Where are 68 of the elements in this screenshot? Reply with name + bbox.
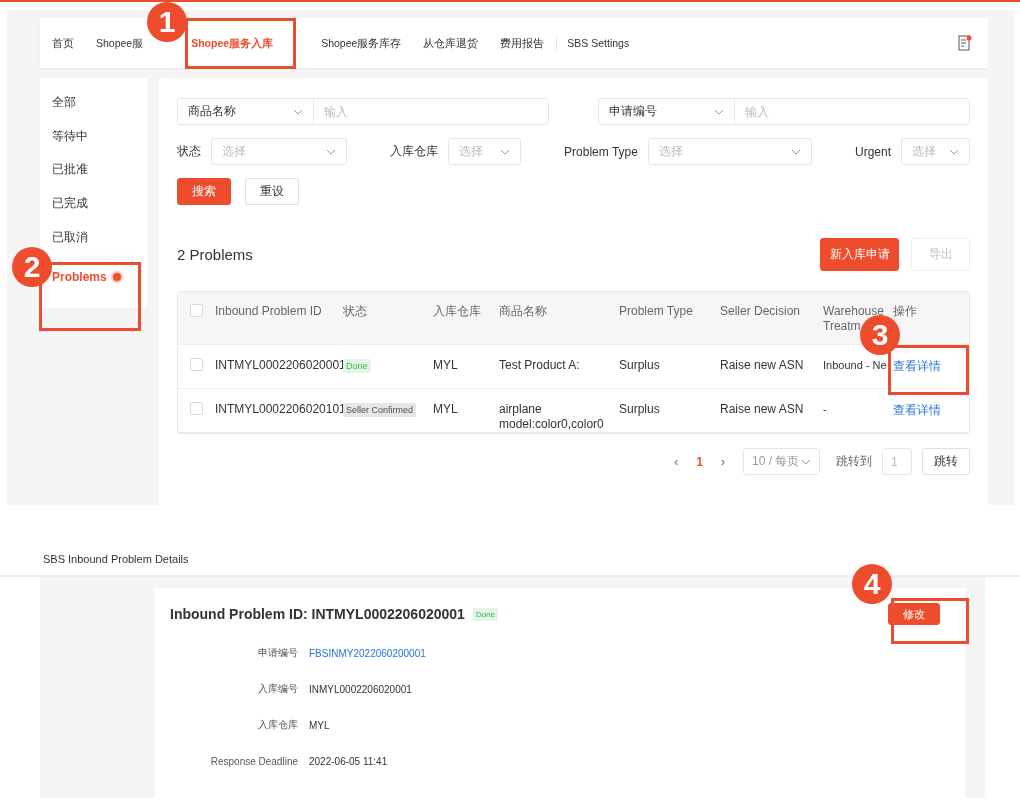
sidebar-item[interactable]: 已取消: [52, 228, 88, 246]
chevron-down-icon: [949, 148, 959, 155]
table-cell-text: MYL: [433, 358, 459, 373]
column-header: 状态: [343, 304, 368, 319]
page-number[interactable]: 1: [688, 454, 711, 469]
checkbox[interactable]: [190, 304, 203, 317]
nav-tab[interactable]: 首页: [52, 35, 74, 51]
nav-tab[interactable]: 费用报告: [500, 35, 545, 51]
column-header: Problem Type: [619, 304, 694, 319]
field-label: 入库编号: [257, 682, 298, 696]
chevron-down-icon: [293, 108, 303, 115]
sidebar-item[interactable]: Problems: [52, 269, 121, 284]
column-header: Seller Decision: [720, 304, 802, 319]
filter-label: Problem Type: [564, 144, 638, 159]
search-field[interactable]: 商品名称 输入: [177, 98, 549, 125]
table-cell-text: Raise new ASN: [720, 402, 805, 417]
sidebar-item[interactable]: 全部: [52, 94, 76, 112]
step-number-badge: 1: [147, 2, 187, 42]
table-cell-text: Surplus: [619, 402, 661, 417]
edit-button[interactable]: 修改: [888, 603, 940, 625]
field-value: MYL: [309, 719, 331, 731]
column-header: Inbound Problem ID: [215, 304, 323, 319]
field-label: 申请编号: [257, 646, 298, 660]
field-value: 2022-06-05 11:41: [309, 755, 389, 767]
table-cell-text: Raise new ASN: [720, 358, 805, 373]
field-label: 入库仓库: [257, 718, 298, 732]
table-cell-text: Test Product A:: [499, 358, 581, 373]
chevron-down-icon: [326, 148, 336, 155]
checkbox[interactable]: [190, 402, 203, 415]
table-cell-text: MYL: [433, 402, 459, 417]
sidebar-item[interactable]: 已批准: [52, 161, 88, 179]
table-cell-text: Surplus: [619, 358, 661, 373]
nav-tab[interactable]: Shopee服务库存: [321, 35, 402, 51]
column-header: 入库仓库: [433, 304, 482, 319]
chevron-down-icon: [714, 108, 724, 115]
view-details-link[interactable]: 查看详情: [893, 359, 941, 373]
sidebar-item[interactable]: 等待中: [52, 127, 88, 145]
reset-button[interactable]: 重设: [245, 178, 299, 205]
filter-label: Urgent: [854, 144, 891, 159]
previous-page-button[interactable]: ‹: [674, 454, 679, 469]
field-label: Response Deadline: [209, 755, 298, 767]
nav-tab[interactable]: Shopee服: [96, 35, 144, 51]
status-tag: Done: [472, 607, 498, 621]
table-cell-text: airplane model:color0,color0: [499, 402, 605, 432]
search-field[interactable]: 申请编号 输入: [598, 98, 970, 125]
document-icon[interactable]: [958, 35, 972, 51]
filter-label: 状态: [177, 143, 201, 160]
chevron-down-icon: [790, 148, 801, 155]
column-header: 商品名称: [499, 304, 548, 319]
chevron-down-icon: [801, 458, 811, 465]
new-request-button[interactable]: 新入库申请: [820, 238, 899, 271]
chevron-down-icon: [500, 148, 511, 155]
search-button[interactable]: 搜索: [177, 178, 231, 205]
field-link[interactable]: FBSINMY2022060200001: [309, 647, 950, 659]
field-value: INMYL0002206020001: [309, 683, 413, 695]
problem-count: 2 Problems: [177, 246, 253, 263]
next-page-button[interactable]: ›: [721, 454, 725, 469]
checkbox[interactable]: [190, 358, 203, 371]
nav-tab[interactable]: 从仓库退货: [423, 35, 479, 51]
table-cell-text: -: [823, 402, 828, 417]
sidebar-item[interactable]: 已完成: [52, 195, 88, 213]
nav-tab[interactable]: SBS Settings: [556, 35, 630, 51]
problem-heading: Inbound Problem ID: INTMYL0002206020001: [170, 606, 465, 622]
jump-label: 跳转到: [836, 453, 872, 470]
jump-button[interactable]: 跳转: [922, 448, 970, 475]
view-details-link[interactable]: 查看详情: [893, 403, 941, 417]
filter-label: 入库仓库: [390, 143, 439, 160]
table-cell-text: Inbound - Ne: [823, 358, 888, 373]
